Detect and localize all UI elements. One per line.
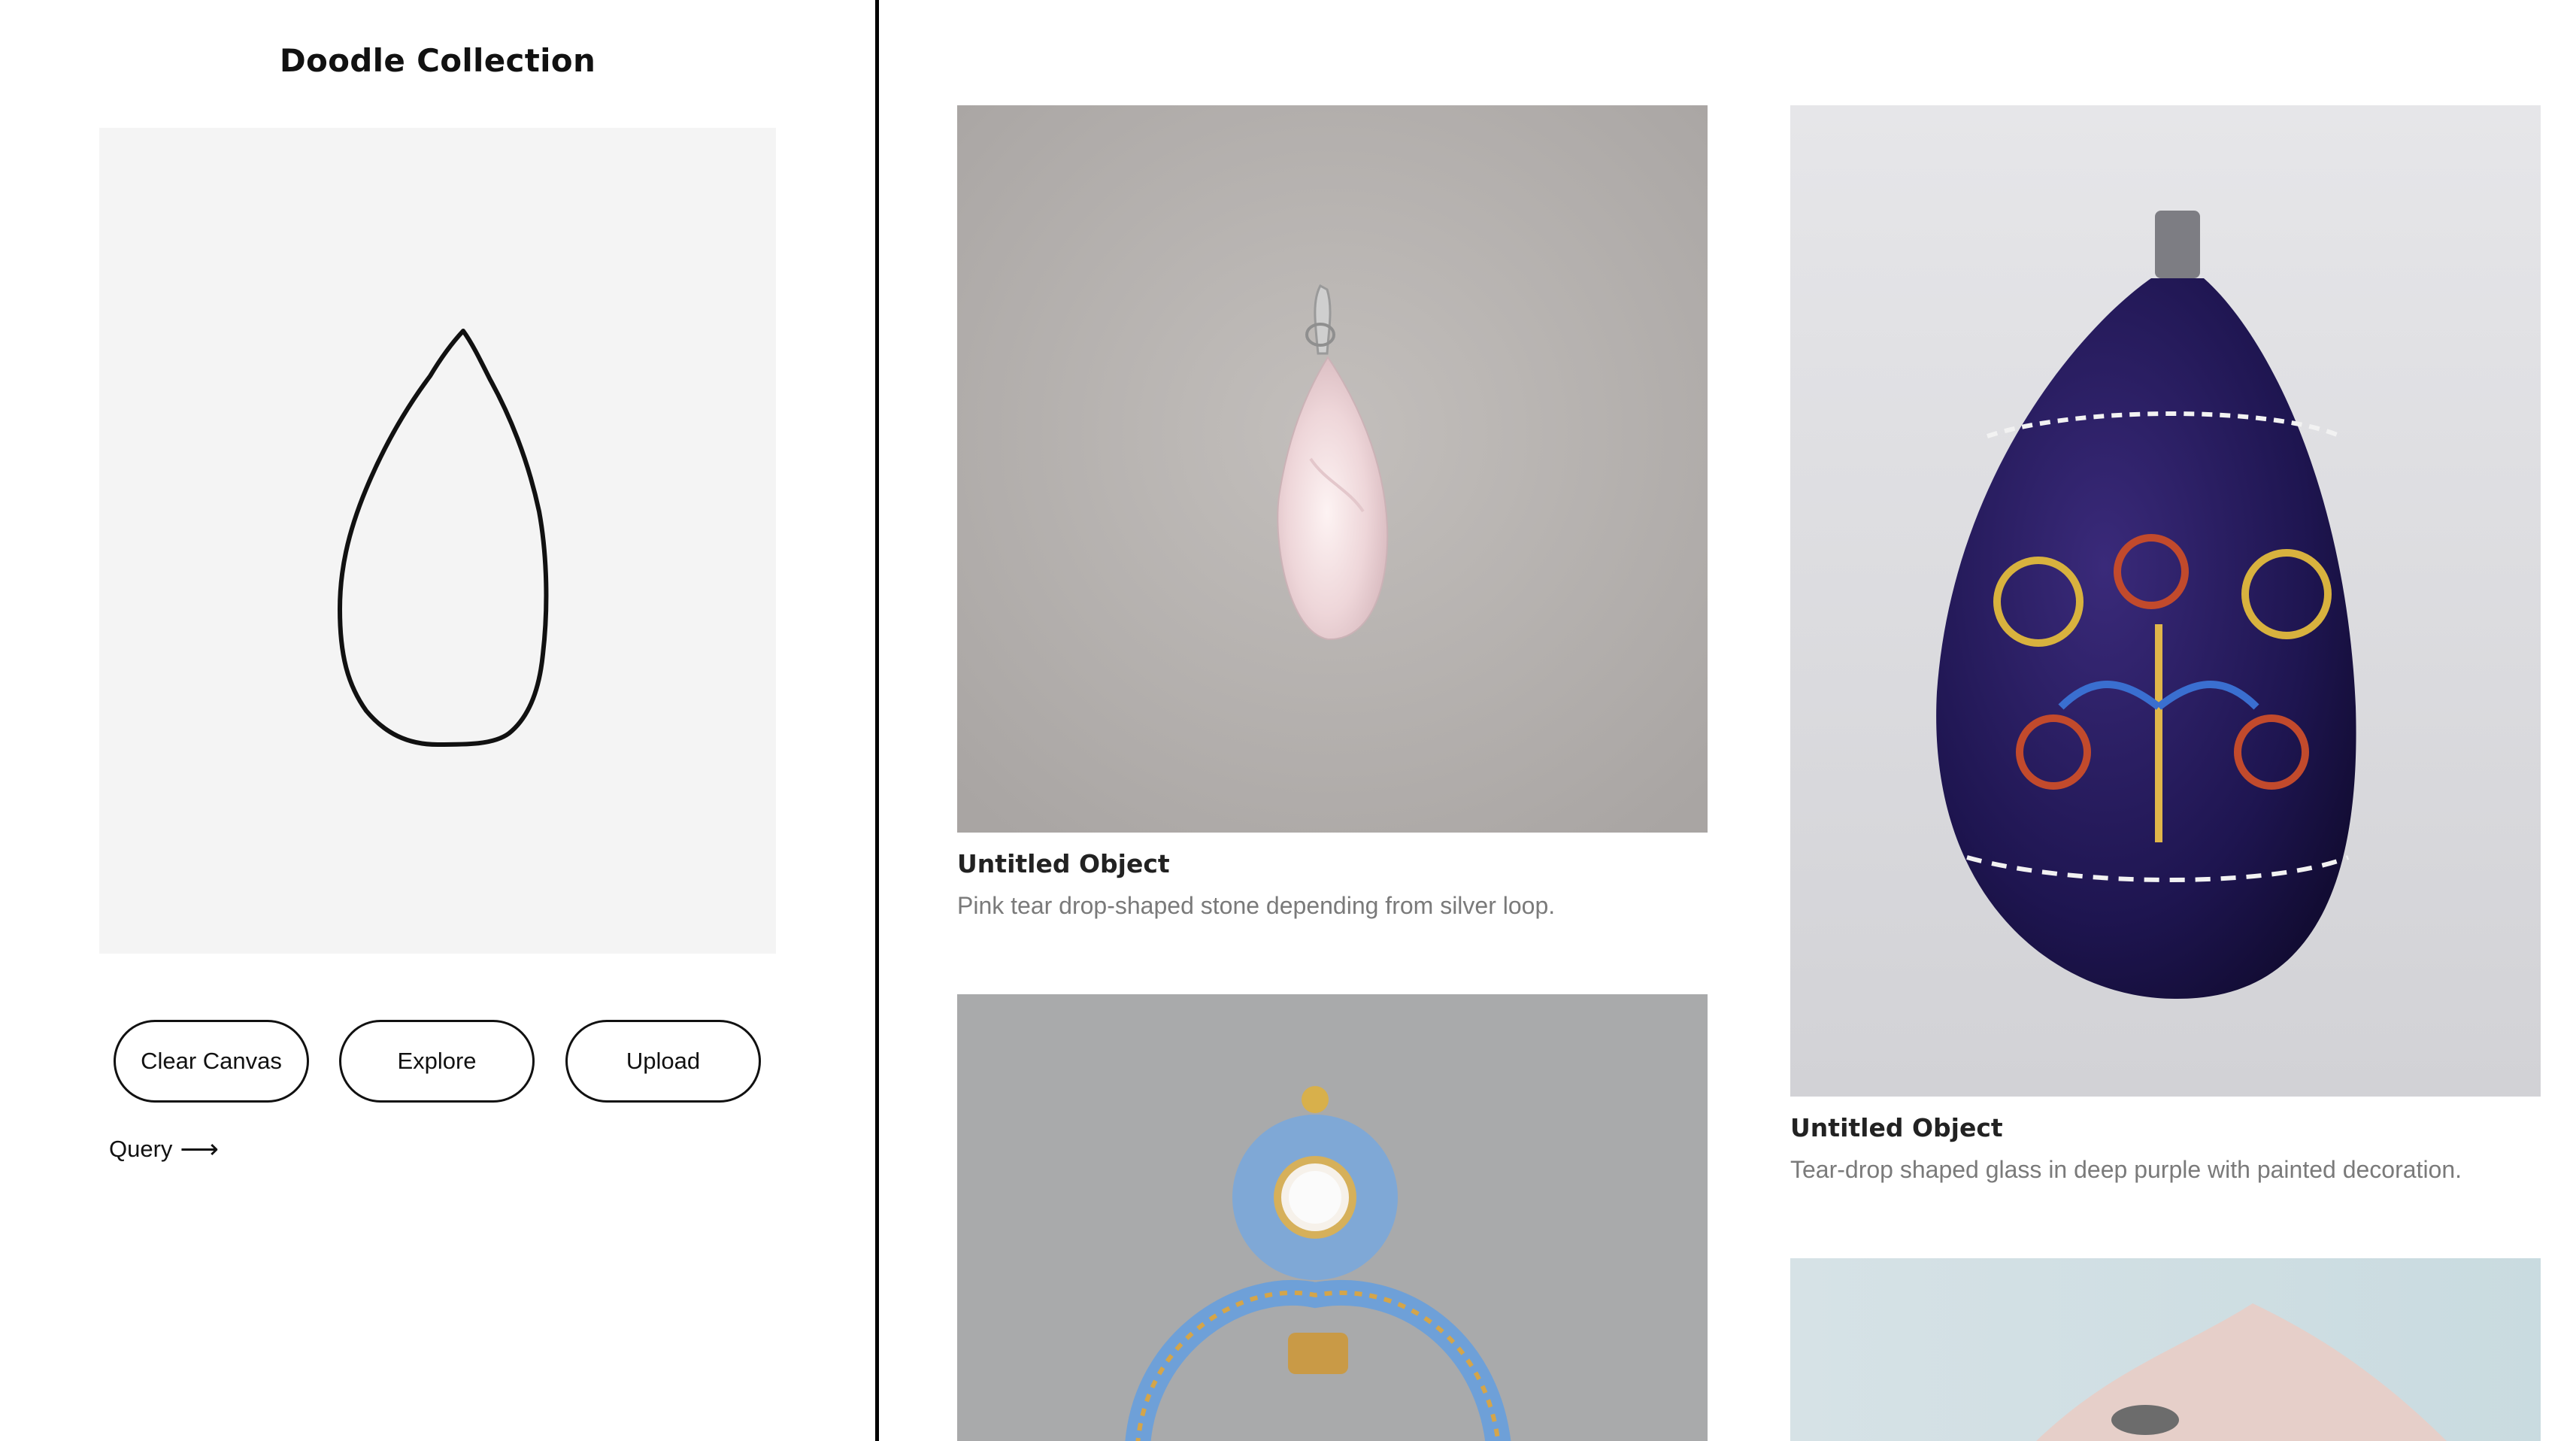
gallery-card[interactable]: Untitled Object Pink tear drop-shaped st…: [957, 105, 1708, 920]
artwork-image[interactable]: [1790, 105, 2541, 1097]
gallery-card[interactable]: [957, 994, 1708, 1441]
arrow-right-icon: ⟶: [180, 1133, 220, 1164]
doodle-panel: Doodle Collection Clear Canvas Explore U…: [0, 0, 875, 1441]
card-title: Untitled Object: [1790, 1113, 2003, 1142]
gallery-card[interactable]: Untitled Object Tear-drop shaped glass i…: [1790, 105, 2541, 1184]
clear-canvas-button[interactable]: Clear Canvas: [114, 1020, 309, 1103]
query-link[interactable]: Query ⟶: [109, 1136, 219, 1163]
card-title: Untitled Object: [957, 849, 1170, 878]
artwork-image[interactable]: [957, 994, 1708, 1441]
artwork-image[interactable]: [957, 105, 1708, 833]
gallery-card[interactable]: [1790, 1258, 2541, 1441]
explore-button[interactable]: Explore: [339, 1020, 535, 1103]
artwork-image[interactable]: [1790, 1258, 2541, 1441]
card-description: Tear-drop shaped glass in deep purple wi…: [1790, 1156, 2462, 1183]
upload-button[interactable]: Upload: [565, 1020, 761, 1103]
drawing-canvas[interactable]: [99, 128, 776, 954]
app-root: Doodle Collection Clear Canvas Explore U…: [0, 0, 2576, 1441]
panel-divider: [875, 0, 879, 1441]
query-label: Query: [109, 1136, 173, 1162]
card-description: Pink tear drop-shaped stone depending fr…: [957, 892, 1556, 919]
panel-title: Doodle Collection: [279, 42, 596, 79]
